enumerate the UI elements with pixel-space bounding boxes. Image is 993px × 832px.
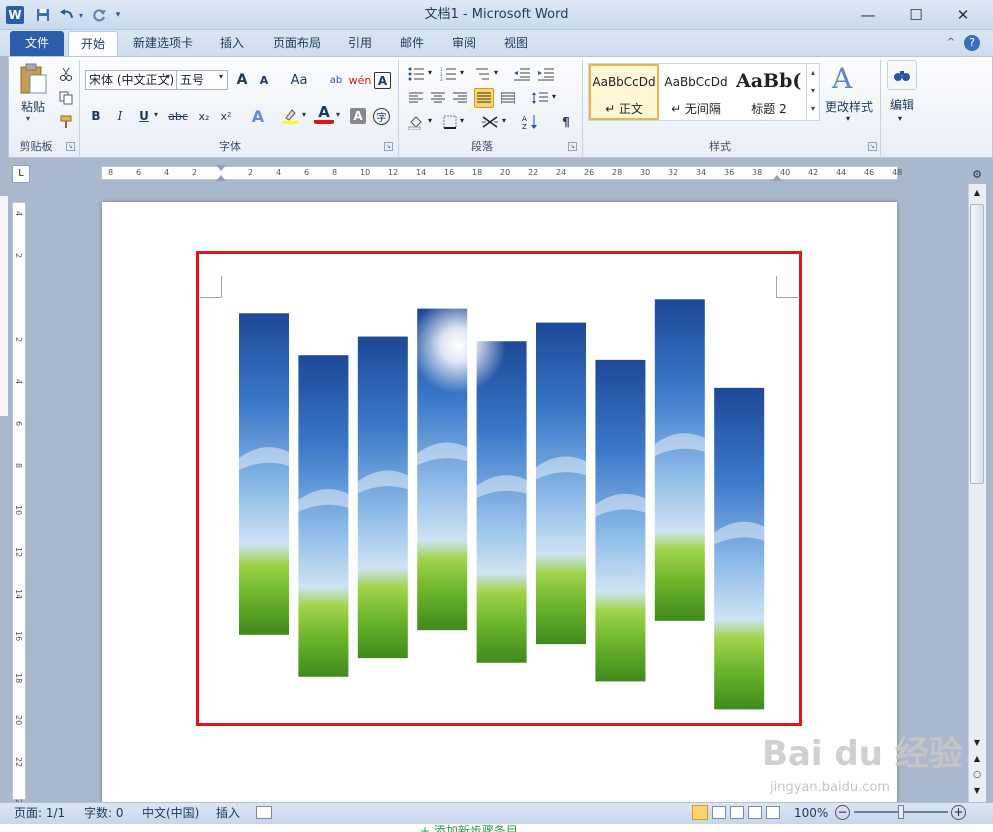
print-layout-view-icon[interactable]: [692, 805, 708, 820]
previous-page-icon[interactable]: ▲: [970, 752, 984, 766]
scroll-thumb[interactable]: [970, 204, 984, 484]
selection-highlight-box: [196, 251, 802, 726]
outline-view-icon[interactable]: [748, 806, 762, 819]
macro-record-icon[interactable]: [256, 806, 272, 819]
zoom-level[interactable]: 100%: [794, 804, 828, 822]
view-ruler-icon[interactable]: ⚙: [968, 166, 986, 184]
zoom-out-icon[interactable]: −: [835, 805, 850, 820]
add-step-link[interactable]: + 添加新步骤条目: [420, 822, 518, 832]
status-language[interactable]: 中文(中国): [142, 804, 199, 822]
web-layout-view-icon[interactable]: [730, 806, 744, 819]
next-page-icon[interactable]: ▼: [970, 784, 984, 798]
status-words[interactable]: 字数: 0: [84, 804, 124, 822]
full-screen-reading-view-icon[interactable]: [712, 806, 726, 819]
word-window: W ▾ ▾ 文档1 - Microsoft Word — ☐ ✕ 文件 开始 新…: [0, 0, 993, 832]
zoom-in-icon[interactable]: +: [951, 805, 966, 820]
status-page[interactable]: 页面: 1/1: [14, 804, 65, 822]
scroll-down-icon[interactable]: ▼: [970, 736, 984, 750]
draft-view-icon[interactable]: [766, 806, 780, 819]
browse-object-icon[interactable]: ○: [970, 768, 984, 782]
scroll-up-icon[interactable]: ▲: [970, 186, 984, 200]
zoom-slider-thumb[interactable]: [898, 805, 904, 819]
status-insert-mode[interactable]: 插入: [216, 804, 240, 822]
